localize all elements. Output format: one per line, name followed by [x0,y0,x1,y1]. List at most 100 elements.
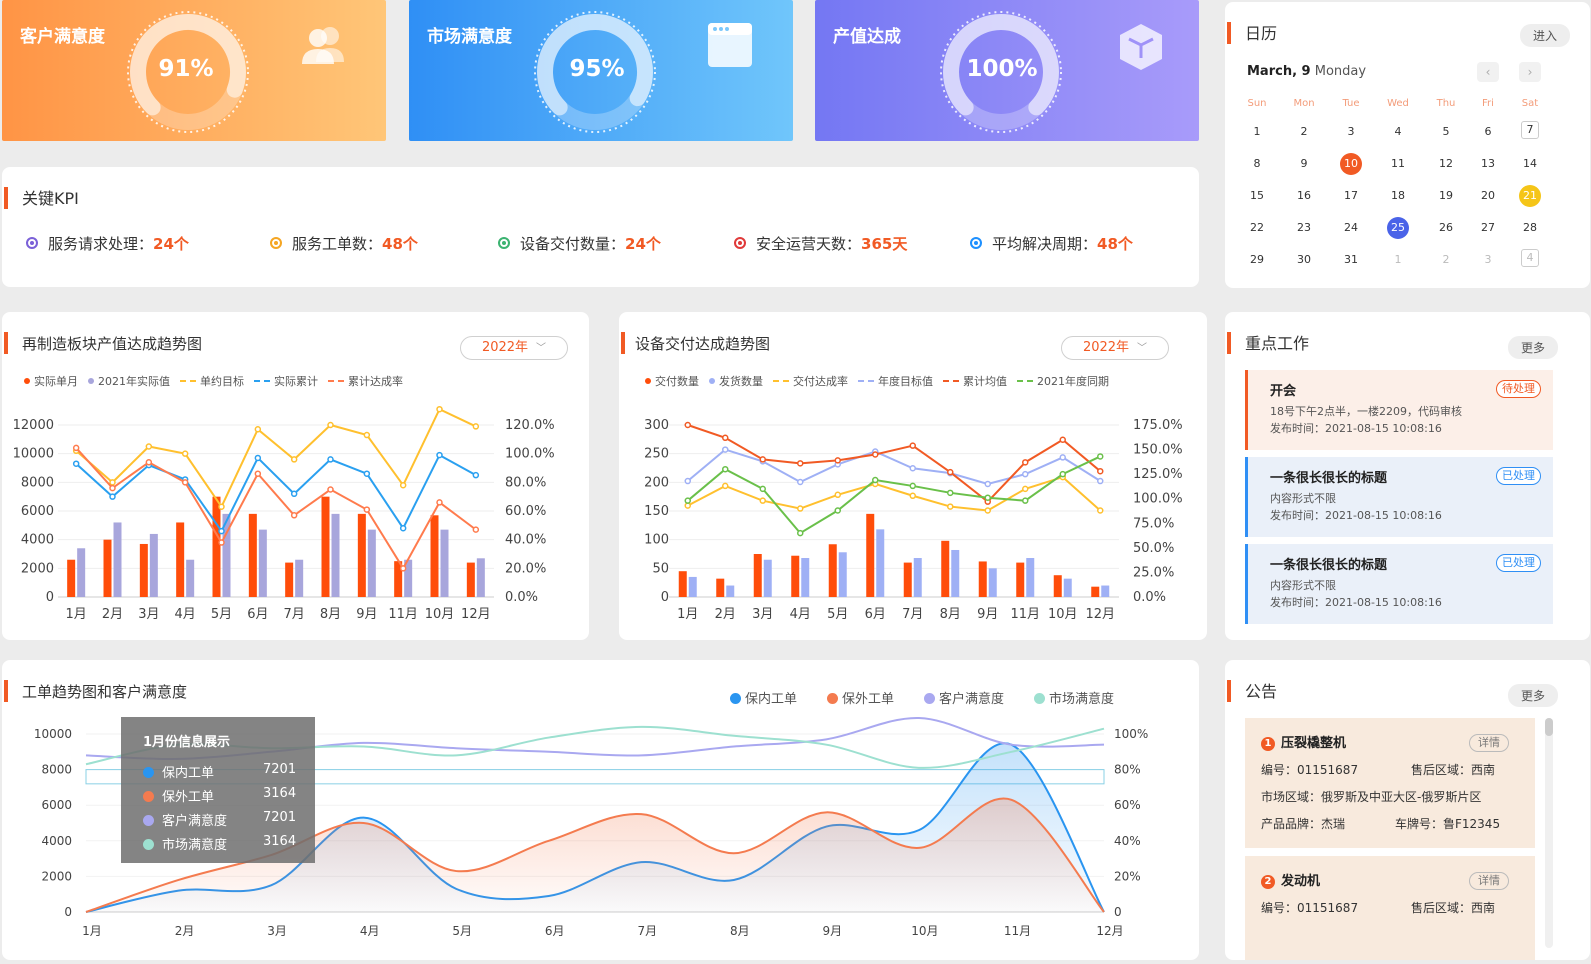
calendar-day[interactable]: 13 [1477,153,1499,175]
bar[interactable] [978,561,987,597]
data-point[interactable] [109,484,116,492]
bar[interactable] [113,522,122,597]
bar[interactable] [176,522,185,597]
bar[interactable] [367,529,376,597]
data-point[interactable] [684,497,691,504]
bar[interactable] [77,548,86,597]
calendar-day[interactable]: 1 [1246,121,1268,143]
calendar-day[interactable]: 4 [1387,121,1409,143]
data-point[interactable] [834,507,841,514]
calendar-day[interactable]: 9 [1293,153,1315,175]
bar[interactable] [763,559,772,597]
bar[interactable] [285,562,294,597]
bar[interactable] [828,544,837,597]
bar[interactable] [466,562,475,597]
data-point[interactable] [363,470,371,477]
data-point[interactable] [722,434,729,442]
calendar-day[interactable]: 14 [1519,153,1541,175]
calendar-day[interactable]: 1 [1387,249,1409,271]
bar[interactable] [951,549,960,597]
calendar-day[interactable]: 19 [1435,185,1457,207]
data-point[interactable] [254,426,262,433]
notice-item[interactable]: 2 发动机 详情 编号：01151687 售后区域：西南 [1245,856,1535,960]
bar[interactable] [988,568,997,597]
calendar-day[interactable]: 22 [1246,217,1268,239]
data-point[interactable] [1022,497,1029,504]
bar[interactable] [149,533,158,597]
bar[interactable] [1026,558,1035,597]
data-point[interactable] [984,507,991,514]
calendar-day[interactable]: 21 [1519,185,1541,207]
bar[interactable] [103,539,112,597]
data-point[interactable] [797,460,804,467]
data-point[interactable] [1022,459,1029,466]
data-point[interactable] [472,423,480,430]
calendar-day[interactable]: 12 [1435,153,1457,175]
calendar-day[interactable]: 18 [1387,185,1409,207]
data-point[interactable] [872,476,879,484]
bar[interactable] [726,585,735,597]
data-point[interactable] [722,482,729,490]
calendar-day[interactable]: 2 [1435,249,1457,271]
data-point[interactable] [363,506,371,513]
data-point[interactable] [947,468,954,476]
calendar-day[interactable]: 2 [1293,121,1315,143]
data-point[interactable] [984,494,991,501]
data-point[interactable] [1022,485,1029,493]
calendar-day[interactable]: 29 [1246,249,1268,271]
data-point[interactable] [1022,470,1029,478]
data-point[interactable] [797,478,804,486]
scrollbar[interactable] [1545,718,1553,948]
bar[interactable] [688,576,697,597]
calendar-day[interactable]: 11 [1387,153,1409,175]
calendar-day[interactable]: 4 [1521,249,1539,267]
calendar-day[interactable]: 16 [1293,185,1315,207]
bar[interactable] [357,513,366,597]
calendar-day[interactable]: 8 [1246,153,1268,175]
data-point[interactable] [290,456,298,463]
bar[interactable] [331,513,340,597]
bar[interactable] [866,513,875,597]
bar[interactable] [1091,586,1100,597]
data-point[interactable] [834,491,841,499]
data-point[interactable] [290,512,298,519]
data-point[interactable] [327,421,334,429]
calendar-day[interactable]: 17 [1340,185,1362,207]
calendar-day[interactable]: 6 [1477,121,1499,143]
data-point[interactable] [947,489,954,497]
more-button[interactable]: 更多 [1507,336,1558,359]
calendar-day[interactable]: 26 [1435,217,1457,239]
data-point[interactable] [254,470,262,477]
bar[interactable] [476,558,485,597]
data-point[interactable] [759,485,766,493]
bar[interactable] [1101,585,1110,597]
data-point[interactable] [72,444,80,452]
calendar-day[interactable]: 15 [1246,185,1268,207]
calendar-day[interactable]: 25 [1387,217,1409,239]
data-point[interactable] [722,446,729,453]
calendar-day[interactable]: 27 [1477,217,1499,239]
calendar-day[interactable]: 24 [1340,217,1362,239]
data-point[interactable] [1059,436,1066,443]
bar[interactable] [801,558,810,597]
data-point[interactable] [872,451,879,458]
data-point[interactable] [72,460,80,467]
calendar-day[interactable]: 3 [1477,249,1499,271]
data-point[interactable] [984,480,991,488]
bar[interactable] [430,515,439,597]
work-item[interactable]: 开会 18号下午2点半，一楼2209，代码审核 发布时间：2021-08-15 1… [1245,370,1553,450]
data-point[interactable] [181,479,189,486]
bar[interactable] [186,559,195,597]
calendar-day[interactable]: 23 [1293,217,1315,239]
data-point[interactable] [909,464,916,472]
bar[interactable] [941,540,950,597]
data-point[interactable] [181,450,189,457]
data-point[interactable] [145,459,153,466]
data-point[interactable] [1097,507,1104,514]
calendar-day[interactable]: 10 [1340,153,1362,175]
detail-button[interactable]: 详情 [1469,872,1509,890]
data-point[interactable] [472,526,480,533]
bar[interactable] [838,552,847,597]
data-point[interactable] [797,505,804,512]
notice-item[interactable]: 1 压裂橇整机 详情 编号：01151687 售后区域：西南 市场区域：俄罗斯及中亚… [1245,718,1535,848]
